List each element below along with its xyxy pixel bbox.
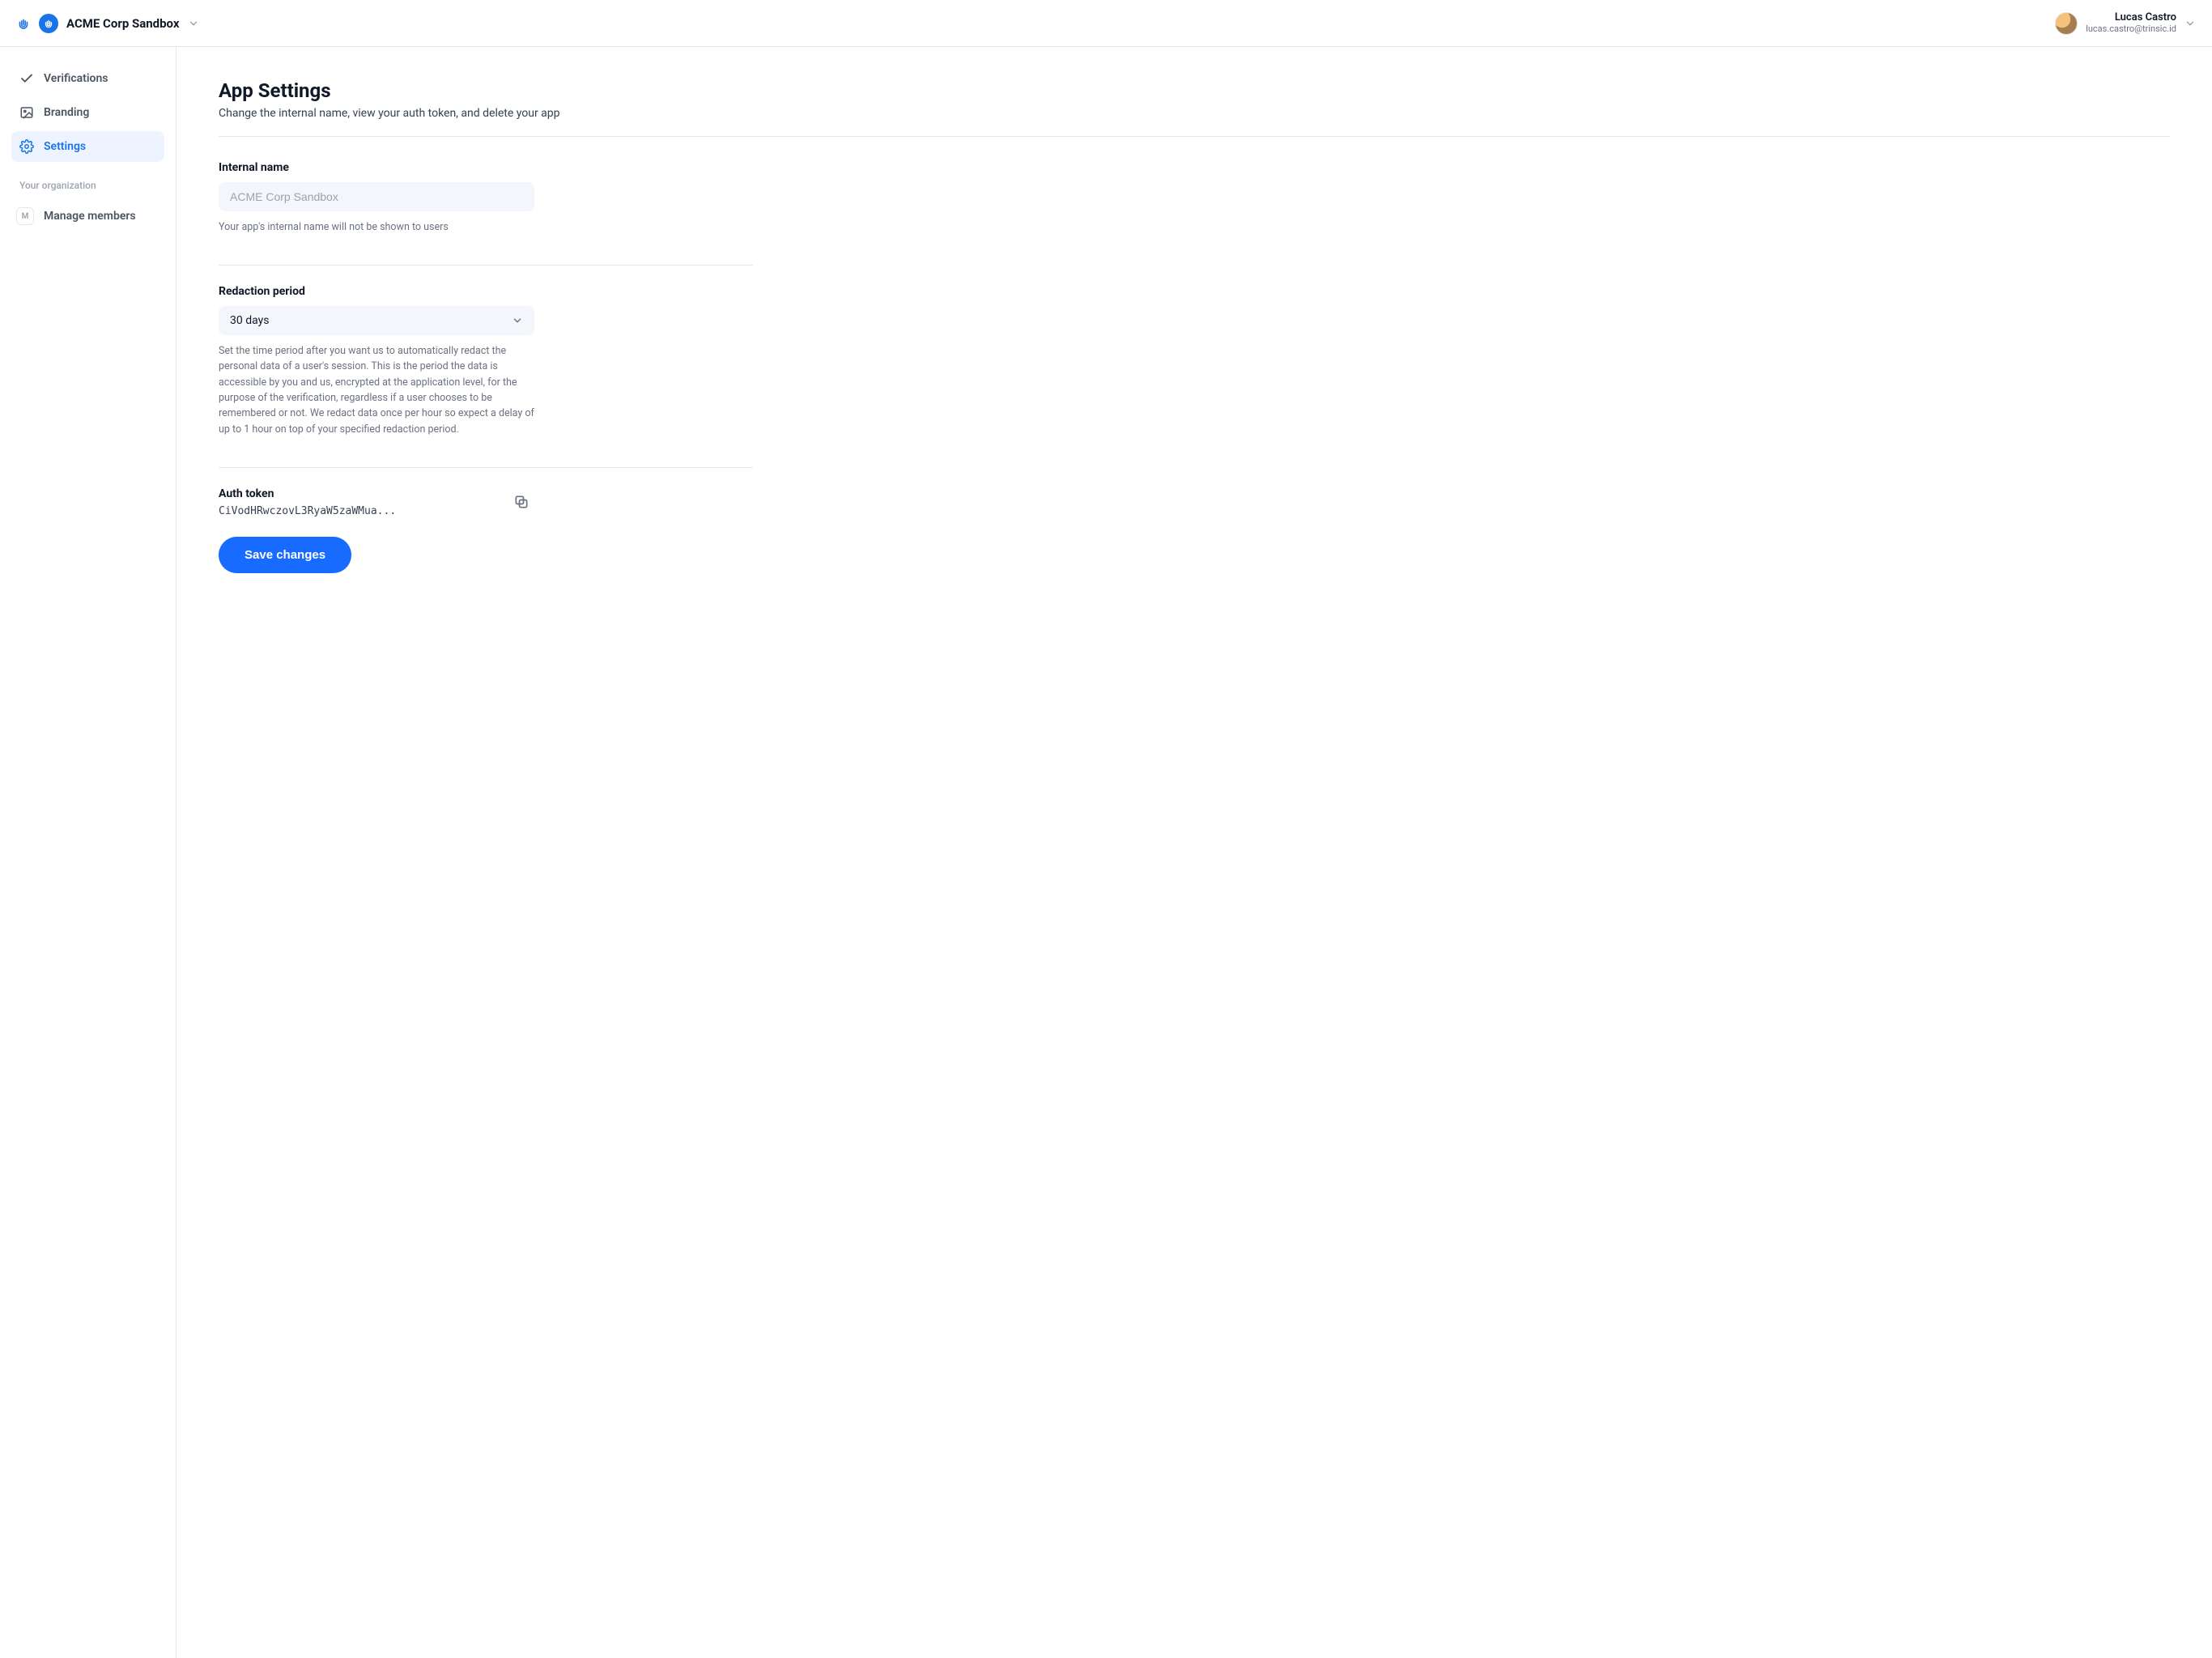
auth-token-value: CiVodHRwczovL3RyaW5zaWMua... (219, 505, 396, 517)
chevron-down-icon (2184, 18, 2196, 29)
redaction-label: Redaction period (219, 285, 753, 298)
save-button[interactable]: Save changes (219, 537, 351, 573)
sidebar-item-manage-members[interactable]: M Manage members (11, 199, 164, 233)
app-chip-icon (39, 14, 58, 33)
internal-name-input[interactable] (219, 182, 534, 211)
header: ACME Corp Sandbox Lucas Castro lucas.cas… (0, 0, 2212, 47)
header-left: ACME Corp Sandbox (16, 14, 199, 33)
redaction-value: 30 days (230, 314, 269, 327)
check-icon (19, 71, 34, 86)
nav: Verifications Branding Settings (11, 63, 164, 162)
auth-token-label: Auth token (219, 487, 396, 500)
page-subtitle: Change the internal name, view your auth… (219, 107, 2170, 120)
page-title: App Settings (219, 79, 2170, 102)
brand-logo-icon (16, 16, 31, 31)
layout: Verifications Branding Settings Your org… (0, 47, 2212, 1658)
sidebar-item-label: Verifications (44, 72, 108, 85)
sidebar-item-label: Manage members (44, 210, 136, 223)
sidebar-section-label: Your organization (19, 180, 156, 191)
divider (219, 136, 2170, 137)
chevron-down-icon (188, 18, 199, 29)
copy-token-button[interactable] (508, 493, 534, 511)
chevron-down-icon (512, 315, 523, 326)
section-redaction: Redaction period 30 days Set the time pe… (219, 285, 753, 468)
user-name: Lucas Castro (2086, 12, 2176, 24)
app-name: ACME Corp Sandbox (66, 16, 180, 31)
sidebar-item-label: Settings (44, 140, 86, 153)
image-icon (19, 105, 34, 120)
sidebar-item-branding[interactable]: Branding (11, 97, 164, 128)
user-email: lucas.castro@trinsic.id (2086, 24, 2176, 35)
sidebar: Verifications Branding Settings Your org… (0, 47, 177, 1658)
avatar (2055, 12, 2078, 35)
internal-name-label: Internal name (219, 161, 753, 174)
user-meta: Lucas Castro lucas.castro@trinsic.id (2086, 12, 2176, 35)
main: App Settings Change the internal name, v… (177, 47, 2212, 1658)
sidebar-item-label: Branding (44, 106, 89, 119)
internal-name-help: Your app's internal name will not be sho… (219, 219, 534, 235)
members-badge: M (16, 207, 34, 225)
sidebar-item-settings[interactable]: Settings (11, 131, 164, 162)
redaction-help: Set the time period after you want us to… (219, 343, 534, 437)
copy-icon (513, 494, 530, 510)
gear-icon (19, 139, 34, 154)
app-switcher[interactable]: ACME Corp Sandbox (39, 14, 199, 33)
section-internal-name: Internal name Your app's internal name w… (219, 161, 753, 266)
section-auth-token: Auth token CiVodHRwczovL3RyaW5zaWMua... (219, 487, 753, 532)
sidebar-item-verifications[interactable]: Verifications (11, 63, 164, 94)
redaction-select[interactable]: 30 days (219, 306, 534, 335)
user-menu[interactable]: Lucas Castro lucas.castro@trinsic.id (2055, 12, 2196, 35)
